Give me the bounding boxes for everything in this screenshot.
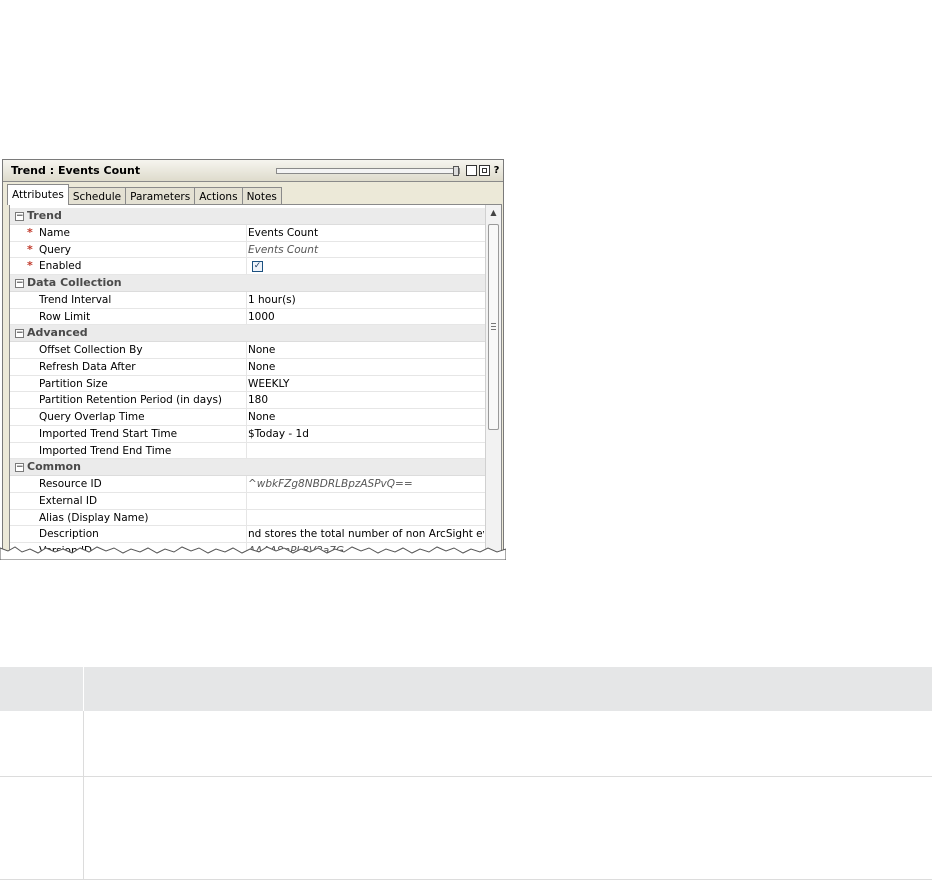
attributes-grid: − Trend * Name Events Count * Query Even… xyxy=(9,204,502,554)
table-cell xyxy=(0,776,84,880)
section-common[interactable]: − Common xyxy=(10,459,486,476)
property-label: Query Overlap Time xyxy=(39,411,145,423)
property-label: Name xyxy=(39,226,70,239)
property-label: Imported Trend End Time xyxy=(39,444,172,457)
table-header-2 xyxy=(83,667,932,711)
property-row-end-time[interactable]: Imported Trend End Time xyxy=(10,442,486,460)
property-row-offset[interactable]: Offset Collection By None xyxy=(10,342,486,359)
property-value[interactable]: WEEKLY xyxy=(248,376,484,392)
scroll-thumb[interactable] xyxy=(488,224,499,430)
required-icon: * xyxy=(27,259,33,273)
section-label: Trend xyxy=(27,209,62,222)
property-value[interactable]: None xyxy=(248,409,484,425)
property-row-partition-size[interactable]: Partition Size WEEKLY xyxy=(10,375,486,393)
property-value[interactable]: nd stores the total number of non ArcSig… xyxy=(248,526,484,542)
property-label: Offset Collection By xyxy=(39,344,143,356)
tab-notes[interactable]: Notes xyxy=(241,187,282,205)
property-value[interactable]: $Today - 1d xyxy=(248,426,484,442)
property-label: Resource ID xyxy=(39,478,102,490)
titlebar-slider[interactable] xyxy=(276,166,460,176)
property-label: Query xyxy=(39,243,71,256)
grip-icon xyxy=(491,323,496,330)
section-label: Data Collection xyxy=(27,276,122,289)
section-label: Advanced xyxy=(27,326,88,340)
tab-actions[interactable]: Actions xyxy=(194,187,243,205)
property-label: Imported Trend Start Time xyxy=(39,427,178,440)
property-row-description[interactable]: Description nd stores the total number o… xyxy=(10,526,486,543)
tab-parameters[interactable]: Parameters xyxy=(125,187,196,205)
required-icon: * xyxy=(27,225,33,239)
section-advanced[interactable]: − Advanced xyxy=(10,325,486,342)
section-label: Common xyxy=(27,460,81,474)
tab-bar: Attributes Schedule Parameters Actions Notes xyxy=(7,184,282,205)
table-cell xyxy=(83,776,932,880)
trend-editor-panel: Trend : Events Count ? Attributes Schedul… xyxy=(2,159,504,555)
property-row-refresh[interactable]: Refresh Data After None xyxy=(10,358,486,376)
table-cell xyxy=(83,711,932,777)
property-row-row-limit[interactable]: Row Limit 1000 xyxy=(10,308,486,326)
property-row-name[interactable]: * Name Events Count xyxy=(10,224,486,242)
property-value[interactable]: 1000 xyxy=(248,309,484,325)
property-value[interactable]: None xyxy=(248,342,484,358)
collapse-icon[interactable]: − xyxy=(15,463,24,473)
property-label: Trend Interval xyxy=(39,293,112,306)
panel-title: Trend : Events Count xyxy=(11,164,141,177)
property-value[interactable]: None xyxy=(248,359,484,375)
property-row-overlap[interactable]: Query Overlap Time None xyxy=(10,409,486,426)
property-label: Description xyxy=(39,528,99,541)
collapse-icon[interactable]: − xyxy=(15,329,24,339)
table-row xyxy=(0,776,932,880)
property-value[interactable]: Events Count xyxy=(248,242,484,258)
collapse-icon[interactable]: − xyxy=(15,212,24,221)
tab-attributes[interactable]: Attributes xyxy=(7,184,69,205)
property-row-resource-id[interactable]: Resource ID ^wbkFZg8NBDRLBpzASPvQ== xyxy=(10,476,486,493)
section-data-collection[interactable]: − Data Collection xyxy=(10,275,486,292)
property-row-external-id[interactable]: External ID xyxy=(10,492,486,510)
section-trend[interactable]: − Trend xyxy=(10,208,486,225)
required-icon: * xyxy=(27,242,33,256)
property-label: Refresh Data After xyxy=(39,360,136,373)
property-label: Alias (Display Name) xyxy=(39,511,149,524)
torn-edge xyxy=(0,546,506,560)
titlebar-slider-thumb[interactable] xyxy=(453,166,459,176)
info-table xyxy=(0,667,932,880)
property-label: Partition Size xyxy=(39,377,108,390)
property-row-trend-interval[interactable]: Trend Interval 1 hour(s) xyxy=(10,291,486,309)
panel-titlebar: Trend : Events Count ? xyxy=(3,160,503,182)
property-row-alias[interactable]: Alias (Display Name) xyxy=(10,509,486,527)
property-row-start-time[interactable]: Imported Trend Start Time $Today - 1d xyxy=(10,425,486,443)
property-label: External ID xyxy=(39,494,98,507)
vertical-scrollbar[interactable]: ▲ xyxy=(485,205,501,554)
property-value[interactable]: 180 xyxy=(248,392,484,408)
property-label: Partition Retention Period (in days) xyxy=(39,394,223,407)
property-value[interactable]: Events Count xyxy=(248,225,484,241)
property-label: Enabled xyxy=(39,260,82,273)
property-value[interactable]: 1 hour(s) xyxy=(248,292,484,308)
enabled-checkbox[interactable]: ✓ xyxy=(252,261,263,273)
table-cell xyxy=(0,711,84,777)
property-row-enabled[interactable]: * Enabled ✓ xyxy=(10,258,486,275)
property-value[interactable]: ^wbkFZg8NBDRLBpzASPvQ== xyxy=(248,476,484,492)
restore-icon[interactable] xyxy=(466,165,477,176)
property-row-retention[interactable]: Partition Retention Period (in days) 180 xyxy=(10,392,486,409)
table-row xyxy=(0,711,932,777)
maximize-icon[interactable] xyxy=(479,165,490,176)
property-label: Row Limit xyxy=(39,310,91,323)
property-row-query[interactable]: * Query Events Count xyxy=(10,241,486,259)
table-header-1 xyxy=(0,667,84,711)
tab-schedule[interactable]: Schedule xyxy=(67,187,127,205)
collapse-icon[interactable]: − xyxy=(15,279,24,288)
scroll-up-icon[interactable]: ▲ xyxy=(486,205,501,221)
help-icon[interactable]: ? xyxy=(491,165,502,176)
